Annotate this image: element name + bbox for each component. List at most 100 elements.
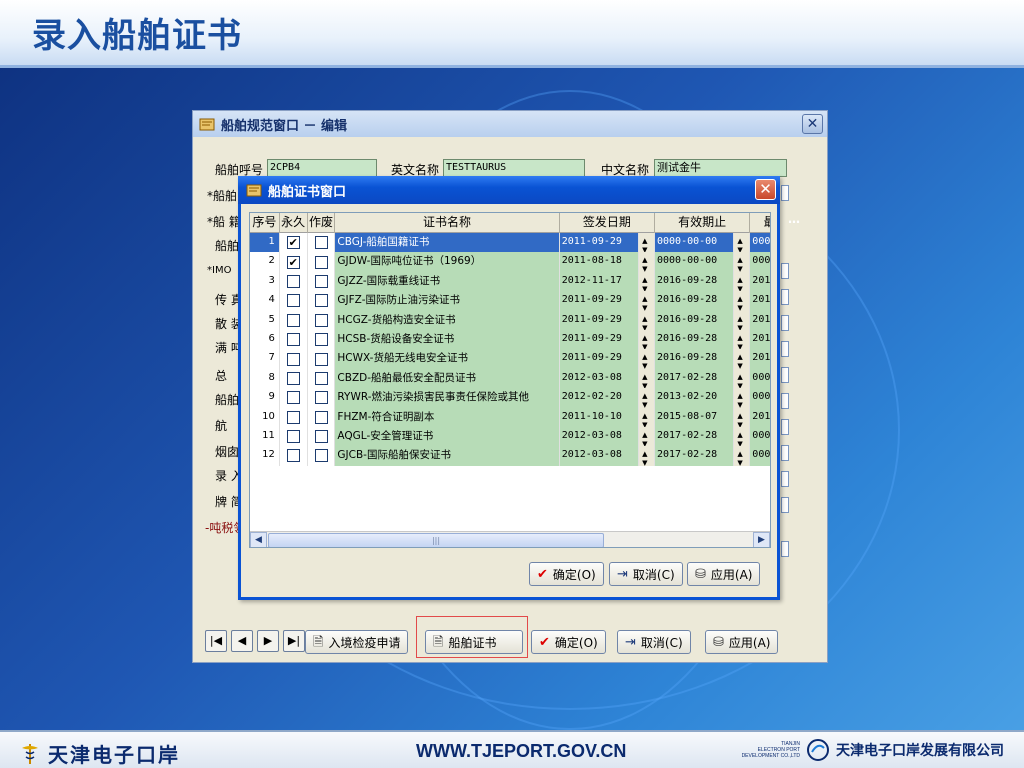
expiry-date-cell[interactable]: 2016-09-28 [655, 291, 735, 311]
expiry-date-cell[interactable]: 2016-09-28 [655, 271, 735, 292]
partial-field[interactable] [781, 341, 789, 357]
issue-date-cell[interactable]: 2011-10-10 [559, 407, 640, 427]
next-record-button[interactable]: ▶ [257, 630, 279, 652]
column-header-void[interactable]: 作废 [308, 213, 336, 233]
issue-date-spinner[interactable] [639, 407, 655, 427]
issue-date-cell[interactable]: 2011-09-29 [559, 329, 640, 350]
scrollbar-thumb[interactable]: ||| [268, 533, 604, 547]
last-cell[interactable]: 201 [750, 310, 770, 330]
expiry-date-spinner[interactable] [734, 446, 751, 466]
permanent-checkbox[interactable] [286, 274, 300, 288]
issue-date-spinner[interactable] [639, 271, 655, 292]
permanent-checkbox[interactable] [286, 352, 300, 366]
table-row[interactable]: 9 RYWR-燃油污染损害民事责任保险或其他 2012-02-20 2013-0… [250, 388, 770, 408]
expiry-date-cell[interactable]: 2013-02-20 [655, 388, 735, 408]
issue-date-cell[interactable]: 2012-03-08 [559, 446, 640, 466]
more-button[interactable]: … [788, 212, 800, 226]
cert-name-cell[interactable]: GJZZ-国际载重线证书 [335, 271, 560, 292]
call-sign-field[interactable]: 2CPB4 [267, 159, 377, 177]
column-header-no[interactable]: 序号 [250, 213, 280, 233]
english-name-field[interactable]: TESTTAURUS [443, 159, 585, 177]
expiry-date-cell[interactable]: 2016-09-28 [655, 329, 735, 350]
dialog-cancel-button[interactable]: ⇥ 取消(C) [609, 562, 683, 586]
issue-date-cell[interactable]: 2012-03-08 [559, 368, 640, 389]
void-checkbox[interactable] [314, 294, 328, 308]
issue-date-spinner[interactable] [639, 233, 655, 253]
issue-date-cell[interactable]: 2011-08-18 [559, 252, 640, 272]
issue-date-spinner[interactable] [639, 426, 655, 447]
last-cell[interactable]: 000 [750, 426, 770, 447]
cert-name-cell[interactable]: FHZM-符合证明副本 [335, 407, 560, 427]
issue-date-spinner[interactable] [639, 388, 655, 408]
table-row[interactable]: 1 ✔ CBGJ-船舶国籍证书 2011-09-29 0000-00-00 00… [250, 233, 770, 253]
expiry-date-cell[interactable]: 2015-08-07 [655, 407, 735, 427]
void-checkbox[interactable] [314, 410, 328, 424]
dialog-apply-button[interactable]: ⛁ 应用(A) [687, 562, 761, 586]
last-cell[interactable]: 000 [750, 368, 770, 389]
entry-quarantine-button[interactable]: 🗎 入境检疫申请 [305, 630, 409, 654]
table-row[interactable]: 4 GJFZ-国际防止油污染证书 2011-09-29 2016-09-28 2… [250, 291, 770, 311]
cert-name-cell[interactable]: HCSB-货船设备安全证书 [335, 329, 560, 350]
cert-name-cell[interactable]: RYWR-燃油污染损害民事责任保险或其他 [335, 388, 560, 408]
expiry-date-spinner[interactable] [734, 349, 751, 369]
void-checkbox[interactable] [314, 430, 328, 444]
issue-date-cell[interactable]: 2011-09-29 [559, 310, 640, 330]
expiry-date-spinner[interactable] [734, 368, 751, 389]
issue-date-cell[interactable]: 2011-09-29 [559, 291, 640, 311]
permanent-checkbox[interactable]: ✔ [286, 255, 300, 269]
expiry-date-spinner[interactable] [734, 310, 751, 330]
issue-date-cell[interactable]: 2012-02-20 [559, 388, 640, 408]
partial-field[interactable] [781, 471, 789, 487]
expiry-date-cell[interactable]: 2017-02-28 [655, 446, 735, 466]
partial-field[interactable] [781, 263, 789, 279]
cert-name-cell[interactable]: GJCB-国际船舶保安证书 [335, 446, 560, 466]
expiry-date-spinner[interactable] [734, 388, 751, 408]
prev-record-button[interactable]: ◀ [231, 630, 253, 652]
expiry-date-cell[interactable]: 2016-09-28 [655, 349, 735, 369]
void-checkbox[interactable] [314, 449, 328, 463]
dialog-titlebar[interactable]: 船舶证书窗口 ✕ [238, 176, 780, 204]
issue-date-cell[interactable]: 2011-09-29 [559, 233, 640, 253]
cert-name-cell[interactable]: HCGZ-货船构造安全证书 [335, 310, 560, 330]
permanent-checkbox[interactable] [286, 313, 300, 327]
cert-name-cell[interactable]: CBGJ-船舶国籍证书 [335, 233, 560, 253]
void-checkbox[interactable] [314, 236, 328, 250]
table-row[interactable]: 5 HCGZ-货船构造安全证书 2011-09-29 2016-09-28 20… [250, 310, 770, 330]
last-cell[interactable]: 201 [750, 407, 770, 427]
permanent-checkbox[interactable] [286, 371, 300, 385]
permanent-checkbox[interactable] [286, 294, 300, 308]
expiry-date-spinner[interactable] [734, 329, 751, 350]
apply-button[interactable]: ⛁ 应用(A) [705, 630, 779, 654]
column-header-expiry-date[interactable]: 有效期止 [655, 213, 751, 233]
permanent-checkbox[interactable] [286, 449, 300, 463]
cert-name-cell[interactable]: AQGL-安全管理证书 [335, 426, 560, 447]
main-window-titlebar[interactable]: 船舶规范窗口 － 编辑 ✕ [193, 111, 827, 137]
void-checkbox[interactable] [314, 391, 328, 405]
issue-date-spinner[interactable] [639, 368, 655, 389]
confirm-button[interactable]: ✔ 确定(O) [531, 630, 606, 654]
dialog-confirm-button[interactable]: ✔ 确定(O) [529, 562, 604, 586]
table-row[interactable]: 3 GJZZ-国际载重线证书 2012-11-17 2016-09-28 201 [250, 271, 770, 292]
table-row[interactable]: 12 GJCB-国际船舶保安证书 2012-03-08 2017-02-28 0… [250, 446, 770, 466]
void-checkbox[interactable] [314, 255, 328, 269]
first-record-button[interactable]: |◀ [205, 630, 227, 652]
table-row[interactable]: 11 AQGL-安全管理证书 2012-03-08 2017-02-28 000 [250, 426, 770, 447]
permanent-checkbox[interactable] [286, 333, 300, 347]
partial-field[interactable] [781, 419, 789, 435]
table-row[interactable]: 8 CBZD-船舶最低安全配员证书 2012-03-08 2017-02-28 … [250, 368, 770, 389]
table-row[interactable]: 2 ✔ GJDW-国际吨位证书（1969） 2011-08-18 0000-00… [250, 252, 770, 272]
expiry-date-spinner[interactable] [734, 233, 751, 253]
permanent-checkbox[interactable]: ✔ [286, 236, 300, 250]
issue-date-spinner[interactable] [639, 329, 655, 350]
last-cell[interactable]: 000 [750, 252, 770, 272]
partial-field[interactable] [781, 393, 789, 409]
expiry-date-spinner[interactable] [734, 271, 751, 292]
last-cell[interactable]: 201 [750, 349, 770, 369]
issue-date-spinner[interactable] [639, 446, 655, 466]
table-row[interactable]: 10 FHZM-符合证明副本 2011-10-10 2015-08-07 201 [250, 407, 770, 427]
expiry-date-spinner[interactable] [734, 407, 751, 427]
partial-field[interactable] [781, 367, 789, 383]
issue-date-spinner[interactable] [639, 291, 655, 311]
issue-date-cell[interactable]: 2012-11-17 [559, 271, 640, 292]
last-cell[interactable]: 000 [750, 233, 770, 253]
